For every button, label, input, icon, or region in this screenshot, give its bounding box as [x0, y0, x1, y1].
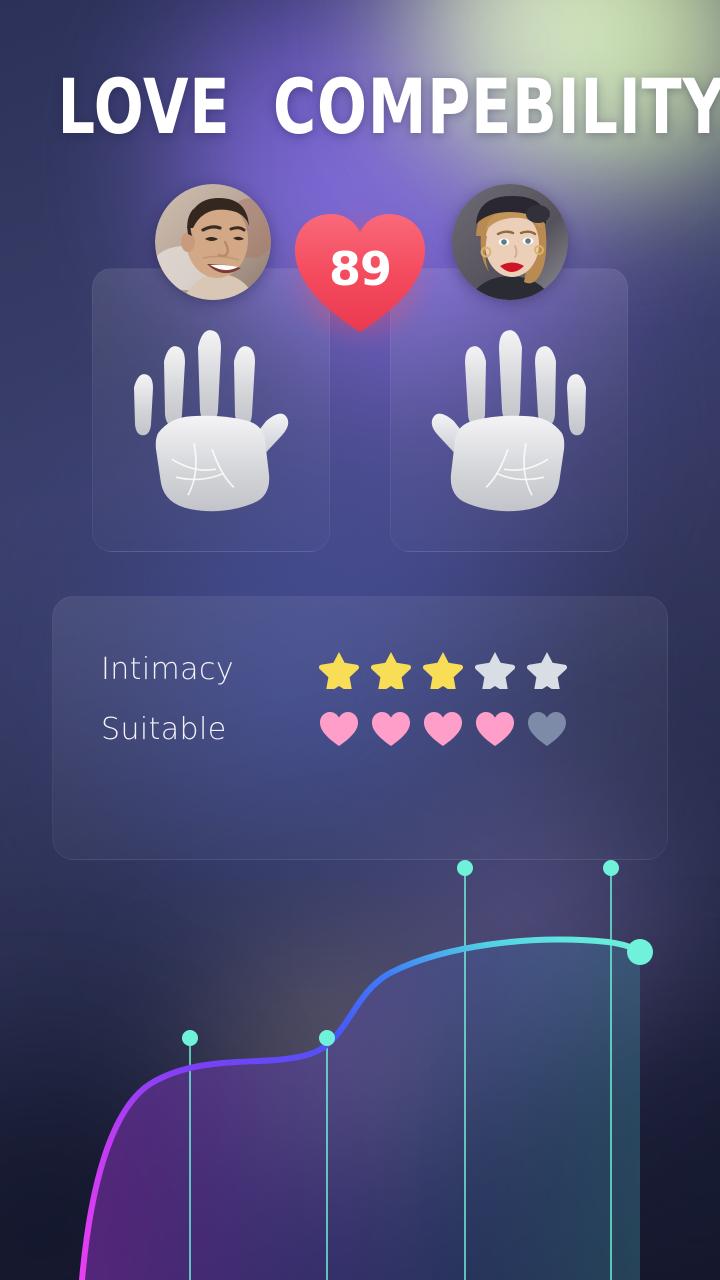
chart-marker-second-child[interactable]: [603, 860, 619, 876]
rating-row-intimacy: Intimacy: [101, 643, 567, 695]
star-icon-filled-2[interactable]: [371, 649, 411, 689]
ratings-panel: Intimacy Suitable: [52, 596, 668, 860]
chart-area-fill: [82, 939, 640, 1280]
chart-marker-success[interactable]: [319, 1030, 335, 1046]
heart-icon-filled-4[interactable]: [475, 711, 515, 747]
handprint-right-icon: [431, 330, 586, 512]
rating-label-intimacy: Intimacy: [101, 651, 235, 687]
avatar-left[interactable]: [155, 184, 271, 300]
score-value: 89: [328, 242, 392, 296]
star-rating-intimacy[interactable]: [319, 649, 567, 689]
star-icon-empty-5[interactable]: [527, 649, 567, 689]
star-icon-empty-4[interactable]: [475, 649, 515, 689]
star-icon-filled-3[interactable]: [423, 649, 463, 689]
chart-endpoint-marker[interactable]: [627, 939, 653, 965]
heart-icon-filled-2[interactable]: [371, 711, 411, 747]
chart-marker-first-child[interactable]: [457, 860, 473, 876]
chart-canvas: [79, 860, 653, 1280]
star-icon-filled-1[interactable]: [319, 649, 359, 689]
heart-icon-filled-1[interactable]: [319, 711, 359, 747]
avatar-left-photo: [155, 184, 271, 300]
handprint-left-icon: [134, 330, 289, 512]
life-timeline-chart: marrige success first child second child: [52, 860, 678, 1280]
heart-rating-suitable[interactable]: [319, 711, 567, 747]
chart-marker-marrige[interactable]: [182, 1030, 198, 1046]
rating-label-suitable: Suitable: [101, 711, 227, 747]
avatar-right-photo: [452, 184, 568, 300]
compatibility-score-badge[interactable]: 89: [269, 190, 451, 366]
avatar-right[interactable]: [452, 184, 568, 300]
page-title: LOVE COMPEBILITY: [57, 62, 720, 152]
heart-icon-filled-3[interactable]: [423, 711, 463, 747]
rating-row-suitable: Suitable: [101, 703, 567, 755]
heart-icon-empty-5[interactable]: [527, 711, 567, 747]
